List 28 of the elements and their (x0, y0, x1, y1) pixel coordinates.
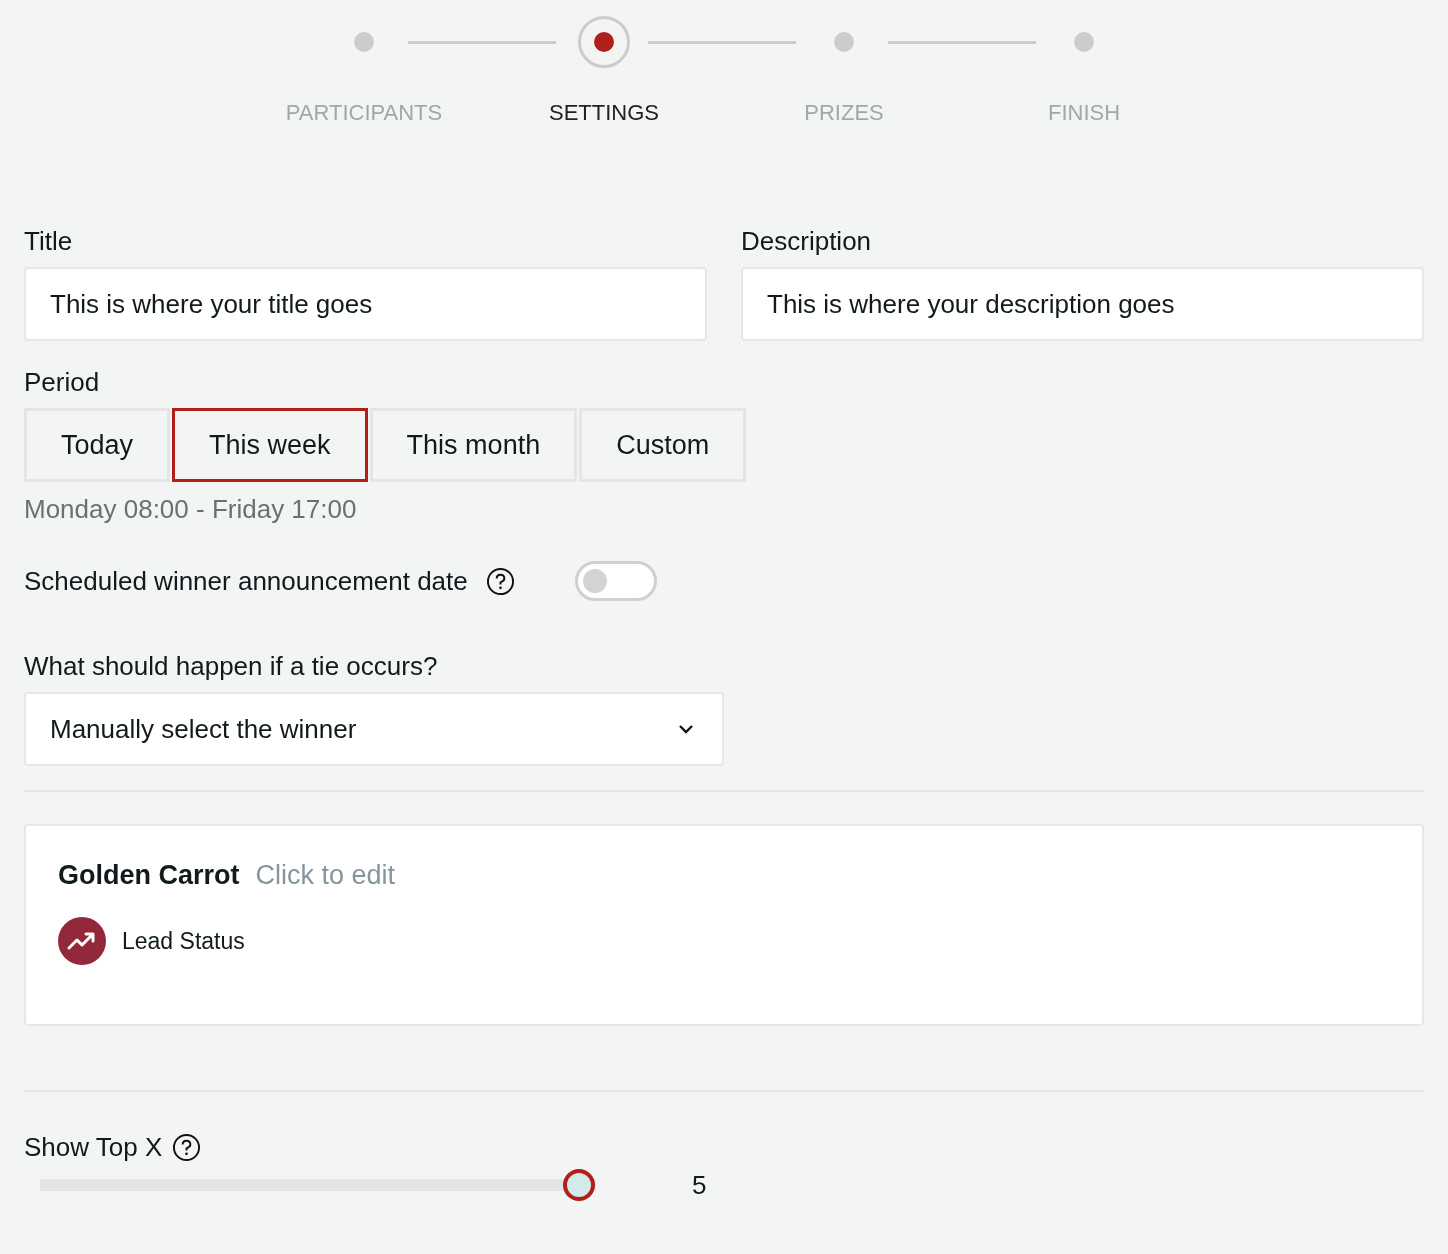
tie-select[interactable]: Manually select the winner (24, 692, 724, 766)
toggle-switch[interactable] (574, 561, 657, 601)
slider-value: 5 (692, 1169, 707, 1201)
field-label: What should happen if a tie occurs? (24, 651, 439, 682)
period-option[interactable]: This month (369, 408, 578, 482)
toggle-label: Scheduled winner announcement date (24, 565, 468, 597)
help-icon[interactable] (485, 566, 515, 596)
field-label: Title (24, 226, 74, 257)
step-label[interactable]: SETTINGS (549, 100, 659, 126)
period-range-text: Monday 08:00 - Friday 17:00 (24, 494, 358, 525)
help-icon[interactable] (172, 1133, 202, 1162)
field-label: Period (24, 367, 101, 398)
card-title: Golden Carrot (58, 860, 240, 891)
slider-thumb[interactable] (563, 1169, 596, 1201)
title-input[interactable]: This is where your title goes (24, 267, 707, 341)
field-label: Show Top X (24, 1132, 163, 1163)
step-dot[interactable] (578, 16, 630, 68)
chevron-down-icon (678, 724, 694, 734)
step-dot[interactable] (834, 32, 854, 52)
step-dot[interactable] (1074, 32, 1094, 52)
period-option[interactable]: Custom (579, 408, 747, 482)
metric-label: Lead Status (122, 927, 245, 955)
period-option[interactable]: This week (172, 408, 368, 482)
description-input[interactable]: This is where your description goes (741, 267, 1424, 341)
step-dot[interactable] (354, 32, 374, 52)
field-label: Description (741, 226, 873, 257)
period-option[interactable]: Today (24, 408, 171, 482)
trending-up-icon (58, 917, 106, 965)
